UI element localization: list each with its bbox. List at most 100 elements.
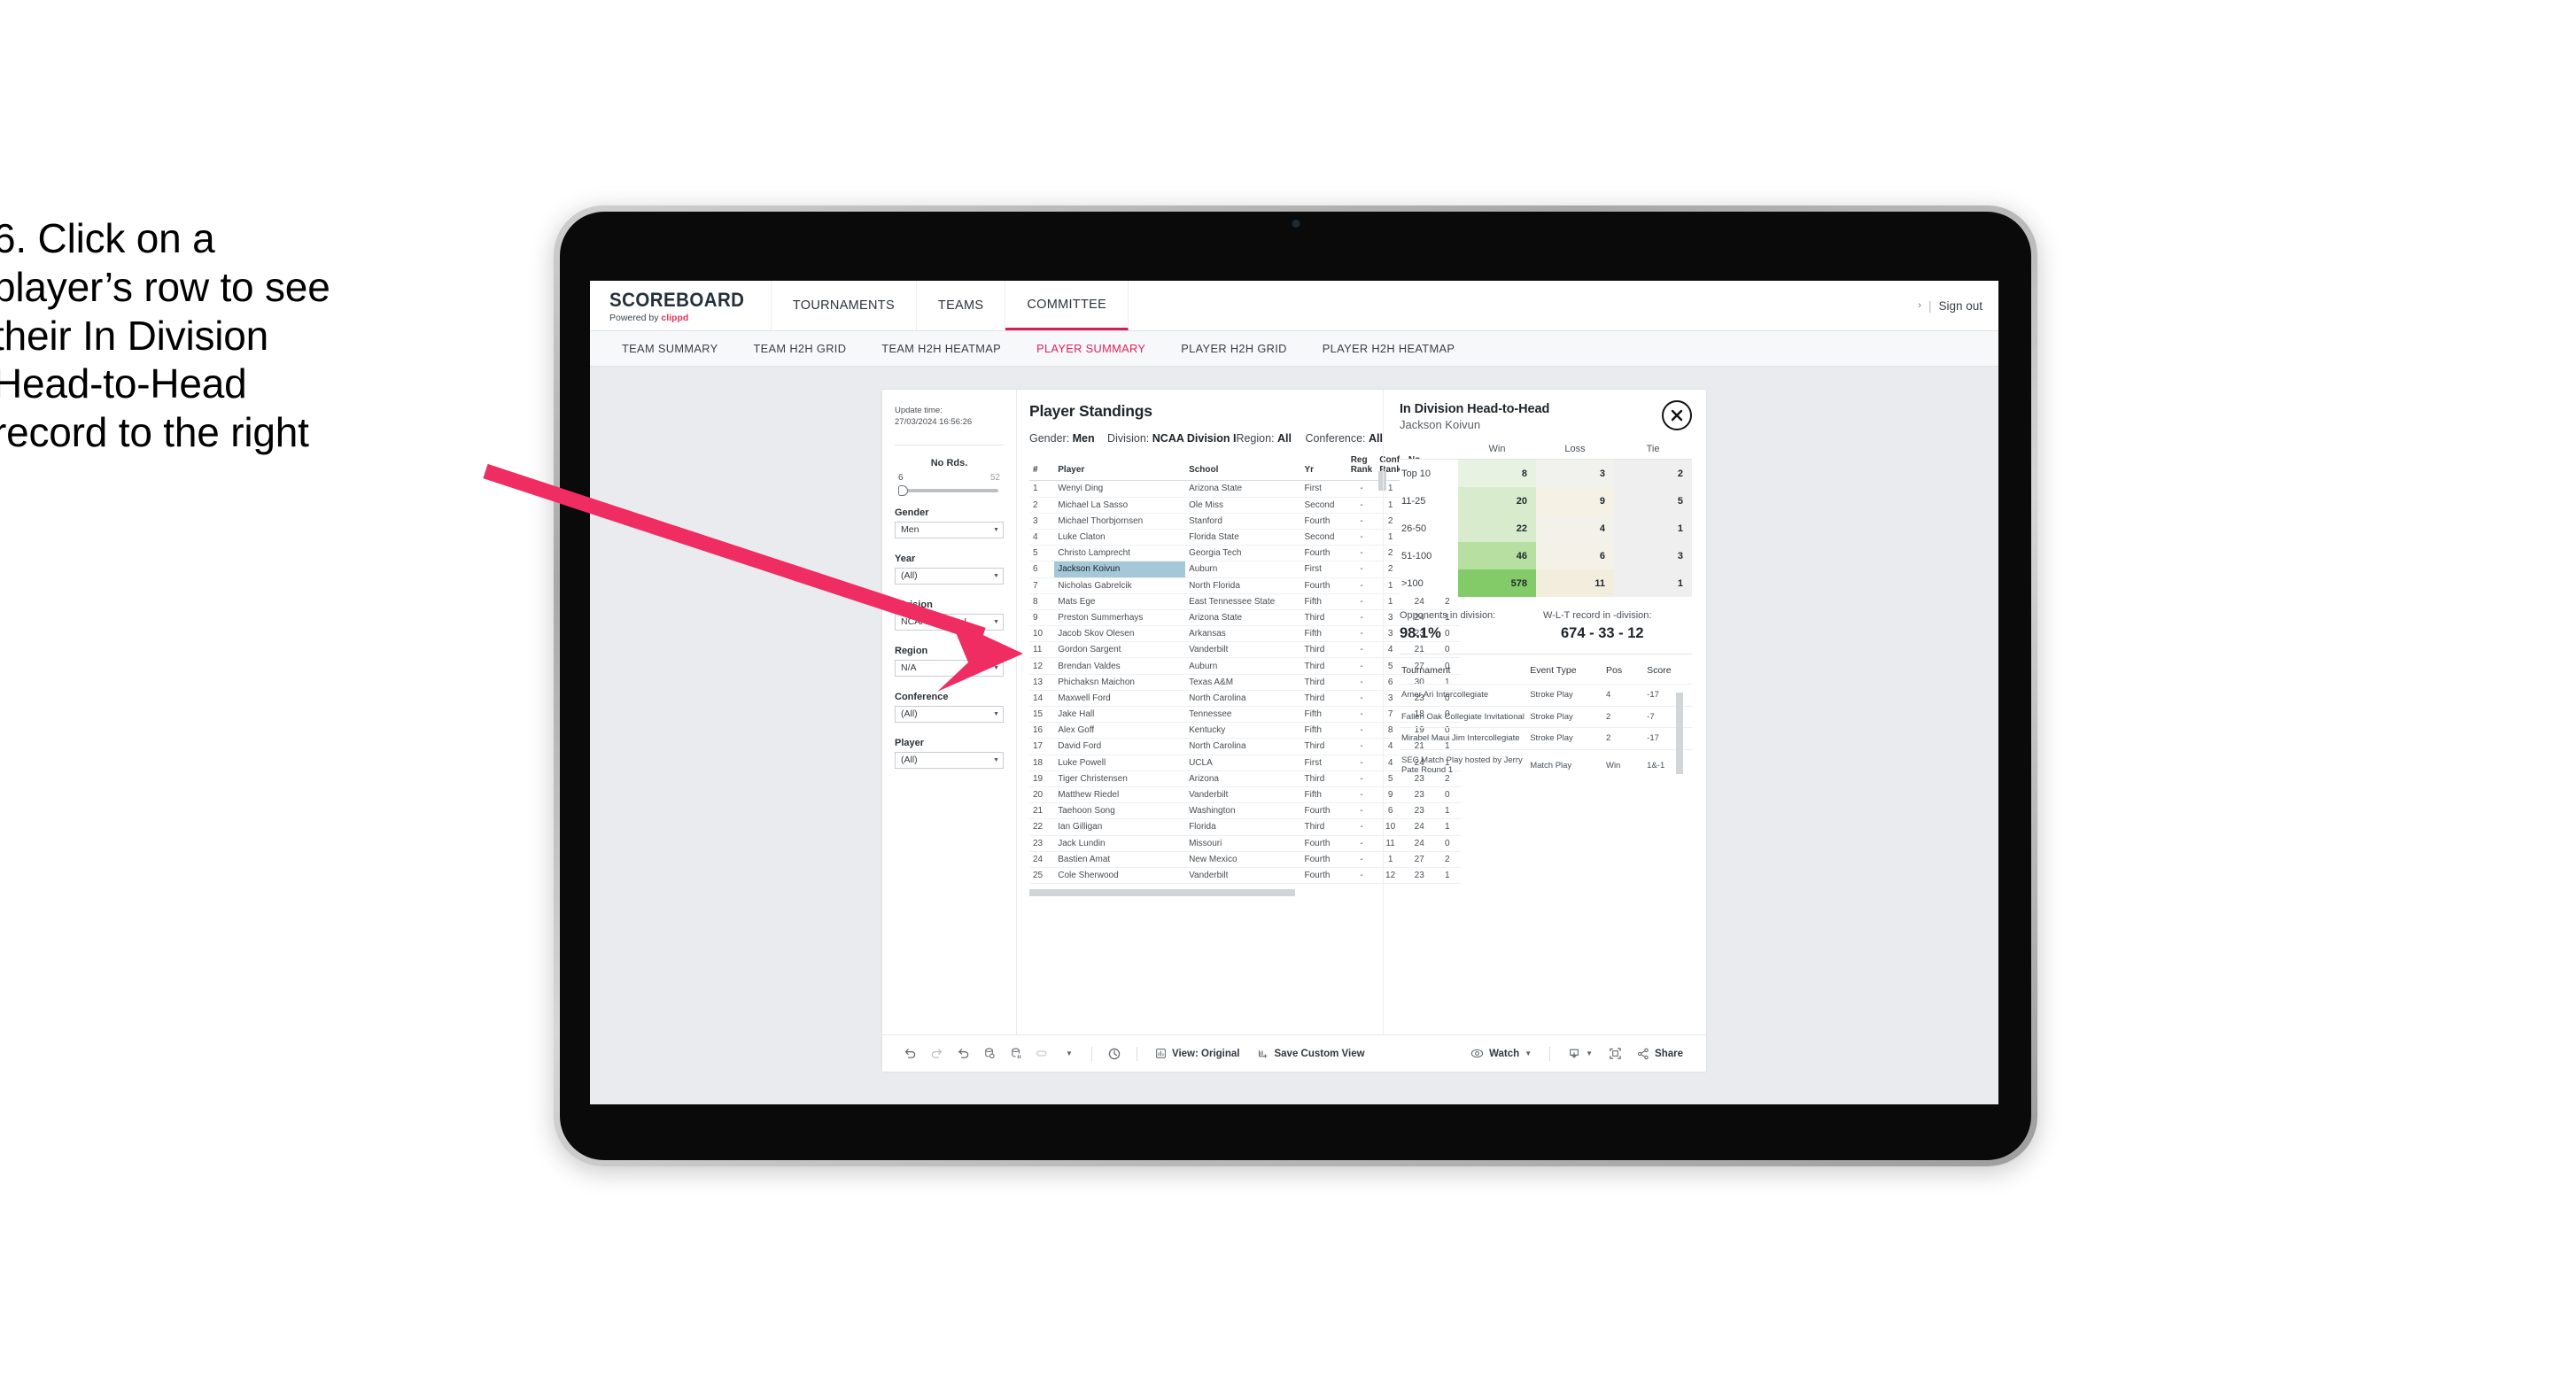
subnav-team-summary[interactable]: TEAM SUMMARY	[604, 342, 735, 355]
filter-player-select[interactable]: (All) ▼	[895, 751, 1004, 769]
cell-player: Michael Thorbjornsen	[1054, 513, 1186, 530]
cell-player: Jack Lundin	[1054, 835, 1186, 852]
tcol-score: Score	[1647, 665, 1672, 676]
tournament-row[interactable]: Mirabel Maui Jim Intercollegiate Stroke P…	[1400, 727, 1692, 750]
cell-yr: Second	[1300, 497, 1347, 514]
watch-label: Watch	[1489, 1048, 1520, 1059]
cell-rank: 13	[1029, 674, 1055, 691]
filter-year-select[interactable]: (All) ▼	[895, 567, 1004, 585]
subnav-team-h2h-heatmap[interactable]: TEAM H2H HEATMAP	[864, 342, 1019, 355]
cell-player: Preston Summerhays	[1054, 609, 1186, 627]
chevron-down-icon: ▼	[1525, 1049, 1532, 1057]
cell-school: Missouri	[1185, 835, 1301, 852]
filter-region-select[interactable]: N/A ▼	[895, 659, 1004, 677]
filter-conference-select[interactable]: (All) ▼	[895, 705, 1004, 723]
no-rds-max: 52	[989, 472, 1000, 483]
cell-school: Georgia Tech	[1185, 545, 1301, 562]
tournament-row[interactable]: Amer Ari Intercollegiate Stroke Play 4 -17	[1400, 684, 1692, 707]
cell-yr: Fourth	[1300, 851, 1347, 868]
viz-toolbar: ▼ View: Original Save Custom View Watch …	[882, 1034, 1706, 1072]
cell-reg-rank: -	[1346, 497, 1377, 514]
h2h-loss-cell: 6	[1536, 542, 1614, 569]
meta-gender: Gender: Men	[1029, 432, 1107, 445]
highlight-icon[interactable]	[1029, 1047, 1056, 1060]
cell-school: UCLA	[1185, 755, 1301, 771]
download-button[interactable]: ▼	[1559, 1048, 1602, 1060]
filter-division-select[interactable]: NCAA Division I ▼	[895, 613, 1004, 631]
col-rank[interactable]: #	[1029, 453, 1055, 482]
cell-pos: 2	[1603, 705, 1646, 728]
cell-tournament-name: Mirabel Maui Jim Intercollegiate	[1400, 727, 1529, 750]
h2h-win-cell: 578	[1458, 569, 1536, 597]
cell-yr: Fifth	[1300, 786, 1347, 804]
close-icon[interactable]	[1662, 400, 1692, 430]
cell-rank: 8	[1029, 593, 1055, 610]
cell-school: North Carolina	[1185, 738, 1301, 755]
refresh-data-icon[interactable]	[976, 1047, 1003, 1060]
nav-teams[interactable]: TEAMS	[917, 281, 1006, 330]
standings-horizontal-scrollbar[interactable]	[1029, 889, 1295, 897]
col-player[interactable]: Player	[1054, 453, 1186, 482]
pause-updates-icon[interactable]	[1003, 1047, 1029, 1060]
share-label: Share	[1655, 1048, 1683, 1059]
col-reg-rank[interactable]: Reg Rank	[1346, 453, 1377, 482]
nav-committee[interactable]: COMMITTEE	[1005, 281, 1129, 330]
no-rds-slider-handle[interactable]	[898, 484, 908, 496]
subnav-player-h2h-grid[interactable]: PLAYER H2H GRID	[1163, 342, 1305, 355]
watch-button[interactable]: Watch ▼	[1462, 1048, 1540, 1059]
cell-school: Ole Miss	[1185, 497, 1301, 514]
chevron-down-icon: ▼	[993, 710, 999, 717]
standings-meta: Gender: Men Division: NCAA Division I Re…	[1029, 432, 1383, 445]
subnav-player-summary[interactable]: PLAYER SUMMARY	[1019, 342, 1163, 355]
subnav-team-h2h-grid[interactable]: TEAM H2H GRID	[735, 342, 864, 355]
filter-region-label: Region	[895, 645, 928, 656]
cell-school: Vanderbilt	[1185, 641, 1301, 659]
col-yr[interactable]: Yr	[1300, 453, 1347, 482]
undo-icon[interactable]	[896, 1047, 923, 1060]
tournament-row[interactable]: SEC Match Play hosted by Jerry Pate Roun…	[1400, 748, 1692, 781]
wlt-record-stat: W-L-T record in -division: 674 - 33 - 12	[1543, 610, 1651, 642]
pause-auto-update-icon[interactable]	[1101, 1047, 1128, 1061]
col-school[interactable]: School	[1185, 453, 1301, 482]
sign-out-link[interactable]: Sign out	[1938, 299, 1982, 313]
filter-conference: Conference (All) ▼	[895, 692, 1004, 723]
instruction-caption: 6. Click on a player’s row to see their …	[0, 217, 524, 460]
tournament-scrollbar[interactable]	[1676, 692, 1683, 774]
cell-reg-rank: -	[1346, 625, 1377, 643]
highlight-dropdown-caret[interactable]: ▼	[1056, 1049, 1082, 1057]
h2h-row: 11-25 20 9 5	[1400, 487, 1692, 515]
save-custom-view-button[interactable]: Save Custom View	[1248, 1048, 1373, 1059]
filter-gender-select[interactable]: Men ▼	[895, 521, 1004, 538]
subnav-player-h2h-heatmap[interactable]: PLAYER H2H HEATMAP	[1305, 342, 1472, 355]
viz-area: Update time: 27/03/2024 16:56:26 No Rds.…	[590, 367, 1998, 1104]
chevron-right-icon[interactable]: ›	[1918, 300, 1921, 311]
redo-icon[interactable]	[923, 1047, 950, 1060]
tournament-row[interactable]: Fallen Oak Collegiate Invitational Stroke…	[1400, 705, 1692, 728]
cell-school: Arizona	[1185, 770, 1301, 787]
cell-player: Matthew Riedel	[1054, 786, 1186, 804]
share-button[interactable]: Share	[1628, 1048, 1692, 1060]
cell-rank: 6	[1029, 561, 1055, 578]
cell-yr: Third	[1300, 738, 1347, 755]
no-rds-slider-track[interactable]	[898, 484, 998, 496]
cell-school: Washington	[1185, 802, 1301, 820]
cell-rank: 7	[1029, 577, 1055, 594]
cell-score: -7	[1645, 705, 1692, 728]
cell-reg-rank: -	[1346, 851, 1377, 868]
view-original-button[interactable]: View: Original	[1146, 1048, 1248, 1059]
cell-reg-rank: -	[1346, 802, 1377, 820]
cell-reg-rank: -	[1346, 480, 1377, 498]
cell-player: David Ford	[1054, 738, 1186, 755]
cell-reg-rank: -	[1346, 657, 1377, 675]
cell-yr: Third	[1300, 609, 1347, 627]
nav-tournaments[interactable]: TOURNAMENTS	[772, 281, 917, 330]
cell-rank: 5	[1029, 545, 1055, 562]
fullscreen-icon[interactable]	[1602, 1047, 1628, 1060]
cell-reg-rank: -	[1346, 577, 1377, 594]
revert-icon[interactable]	[950, 1047, 976, 1060]
filter-region: Region N/A ▼	[895, 646, 1004, 677]
brand-logo[interactable]: SCOREBOARD Powered by clippd	[590, 281, 772, 330]
page-root: 6. Click on a player’s row to see their …	[0, 0, 2576, 1386]
h2h-win-cell: 22	[1458, 515, 1536, 542]
cell-school: Kentucky	[1185, 722, 1301, 739]
